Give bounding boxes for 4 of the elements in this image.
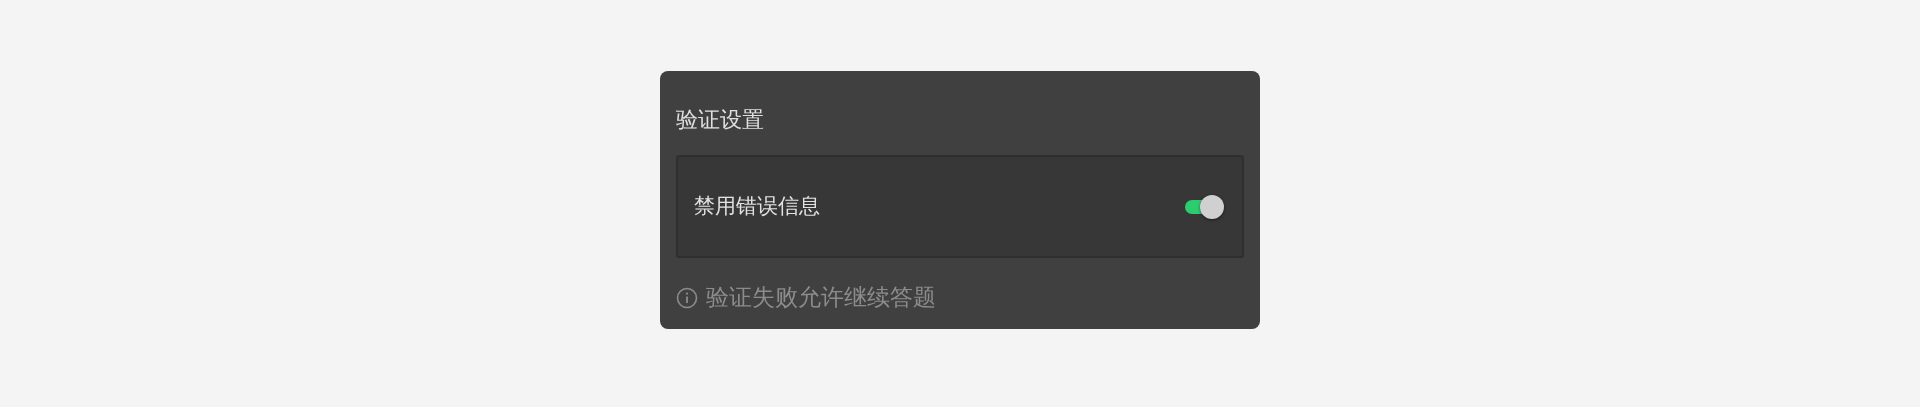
hint-text: 验证失败允许继续答题 (706, 283, 936, 313)
panel-title: 验证设置 (676, 107, 764, 134)
info-icon (676, 286, 698, 309)
setting-label: 禁用错误信息 (694, 193, 820, 221)
